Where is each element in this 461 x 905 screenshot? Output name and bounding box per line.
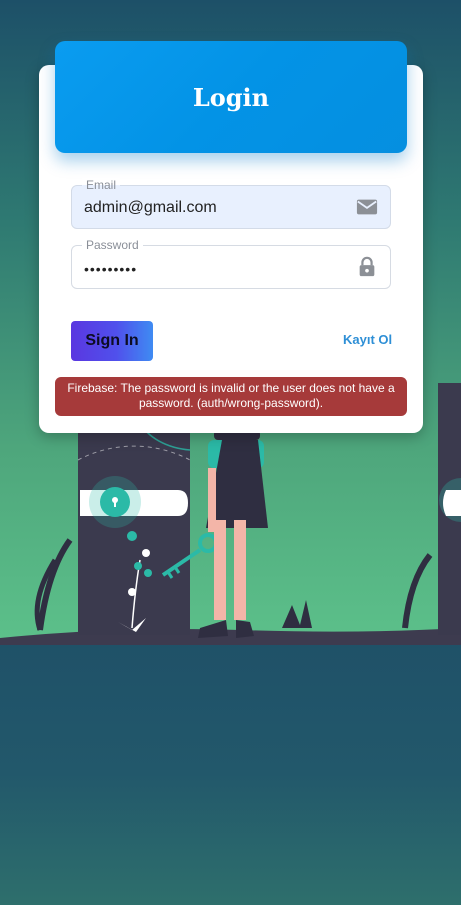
- error-alert: Firebase: The password is invalid or the…: [55, 377, 407, 416]
- lock-icon: [359, 256, 375, 277]
- email-field[interactable]: Email admin@gmail.com: [71, 178, 391, 229]
- register-link[interactable]: Kayıt Ol: [343, 332, 392, 347]
- background-bottom: [0, 640, 461, 905]
- password-field[interactable]: Password •••••••••: [71, 238, 391, 289]
- sign-in-button[interactable]: Sign In: [71, 321, 153, 361]
- password-label: Password: [82, 238, 143, 252]
- page-title: Login: [192, 82, 270, 112]
- login-header: Login: [55, 41, 407, 153]
- email-label: Email: [82, 178, 121, 192]
- password-input[interactable]: •••••••••: [84, 260, 137, 278]
- email-input[interactable]: admin@gmail.com: [84, 199, 217, 217]
- mail-icon: [356, 199, 378, 215]
